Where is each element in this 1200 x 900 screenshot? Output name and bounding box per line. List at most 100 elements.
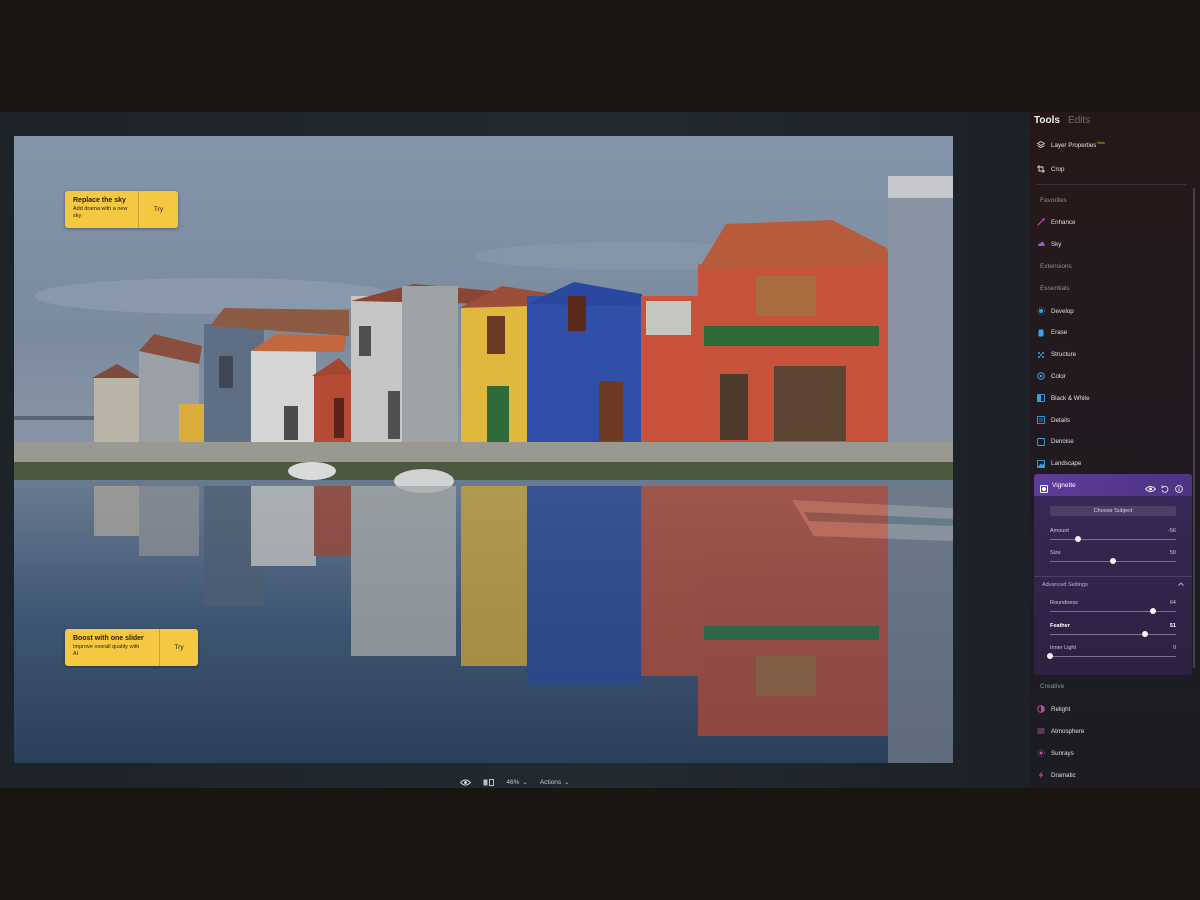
panel-scrollbar[interactable] [1193, 188, 1195, 668]
promo-text: Replace the sky Add drama with a new sky [65, 191, 139, 228]
feather-slider[interactable]: Feather 51 [1050, 623, 1176, 643]
tool-sky[interactable]: Sky [1036, 237, 1186, 251]
tool-layer-properties[interactable]: Layer PropertiesBeta [1036, 138, 1186, 152]
tool-structure[interactable]: Structure [1036, 348, 1186, 362]
tool-atmosphere[interactable]: Atmosphere [1036, 724, 1186, 738]
slider-knob[interactable] [1141, 631, 1148, 637]
eye-icon[interactable] [460, 779, 472, 786]
tool-crop[interactable]: Crop [1036, 162, 1186, 176]
tool-landscape[interactable]: Landscape [1036, 457, 1186, 471]
tool-dramatic[interactable]: Dramatic [1036, 768, 1186, 782]
divider [1036, 184, 1186, 185]
relight-icon [1036, 705, 1045, 714]
vignette-tool-card: Vignette Choose Subject Amount -56 Size … [1034, 474, 1192, 675]
tool-label: Black & White [1051, 394, 1090, 402]
slider-knob[interactable] [1074, 536, 1081, 542]
details-icon [1036, 416, 1045, 425]
promo-title: Boost with one slider [73, 635, 144, 642]
crop-icon [1036, 165, 1045, 174]
reset-icon[interactable] [1161, 480, 1169, 498]
tool-sunrays[interactable]: Sunrays [1036, 746, 1186, 760]
photo-canvas[interactable]: Replace the sky Add drama with a new sky… [14, 136, 953, 763]
slider-value: 50 [1169, 550, 1176, 556]
tool-label: Denoise [1051, 438, 1074, 446]
tool-label: Relight [1051, 705, 1071, 713]
tool-label: Erase [1051, 329, 1068, 337]
creative-header: Creative [1040, 683, 1065, 690]
bottom-toolbar: 46% ⌄ Actions ⌄ [0, 776, 1030, 788]
structure-icon [1036, 350, 1045, 359]
atmosphere-icon [1036, 727, 1045, 736]
inner-light-slider[interactable]: Inner Light 0 [1047, 645, 1176, 665]
amount-slider[interactable]: Amount -56 [1050, 528, 1176, 548]
dramatic-icon [1036, 771, 1045, 780]
tool-label: Landscape [1051, 460, 1082, 468]
canvas-area: Replace the sky Add drama with a new sky… [0, 112, 1030, 788]
tool-relight[interactable]: Relight [1036, 702, 1186, 716]
slider-value: 64 [1169, 600, 1176, 606]
slider-knob[interactable] [1110, 558, 1116, 564]
compare-icon[interactable] [483, 778, 495, 786]
advanced-settings-label: Advanced Settings [1042, 582, 1088, 588]
slider-track[interactable] [1050, 539, 1176, 540]
beta-badge: Beta [1097, 140, 1105, 145]
roundness-slider[interactable]: Roundness 64 [1050, 600, 1176, 620]
size-slider[interactable]: Size 50 [1050, 550, 1176, 570]
sky-label: Sky [1051, 240, 1062, 248]
sunrays-icon [1036, 749, 1045, 758]
boost-promo: Boost with one slider Improve overall qu… [65, 629, 198, 666]
zoom-value: 46% [506, 778, 520, 786]
actions-label: Actions [539, 778, 562, 786]
tool-label: Develop [1051, 307, 1074, 315]
advanced-settings-toggle[interactable]: Advanced Settings [1042, 580, 1184, 590]
divider [1034, 576, 1192, 577]
panel-tabs: Tools Edits [1034, 112, 1090, 126]
landscape-icon [1036, 459, 1045, 468]
slider-label: Size [1050, 550, 1061, 556]
slider-track[interactable] [1050, 634, 1176, 635]
zoom-dropdown[interactable]: 46% ⌄ [506, 778, 528, 787]
slider-knob[interactable] [1047, 653, 1053, 659]
slider-label: Inner Light [1050, 645, 1076, 651]
tool-label: Color [1051, 372, 1066, 380]
try-boost-button[interactable]: Try [160, 629, 198, 666]
erase-icon [1036, 328, 1045, 337]
canal-houses-photo [14, 136, 953, 763]
tab-tools[interactable]: Tools [1034, 115, 1060, 126]
slider-label: Roundness [1050, 600, 1078, 606]
tab-edits[interactable]: Edits [1068, 115, 1090, 126]
tool-color[interactable]: Color [1036, 369, 1186, 383]
app-window: Replace the sky Add drama with a new sky… [0, 112, 1200, 788]
tool-develop[interactable]: Develop [1036, 304, 1186, 318]
black-white-icon [1036, 394, 1045, 403]
tool-black-white[interactable]: Black & White [1036, 391, 1186, 405]
layer-properties-label: Layer Properties [1051, 142, 1097, 150]
vignette-icon [1040, 480, 1048, 498]
slider-track[interactable] [1050, 656, 1176, 657]
favorites-header: Favorites [1040, 197, 1067, 204]
vignette-header[interactable]: Vignette [1034, 474, 1192, 496]
choose-subject-button[interactable]: Choose Subject [1050, 506, 1176, 516]
chevron-up-icon [1178, 582, 1184, 588]
promo-title: Replace the sky [73, 197, 126, 204]
enhance-label: Enhance [1051, 218, 1076, 226]
visibility-eye-icon[interactable] [1144, 480, 1157, 498]
tools-panel: Tools Edits Layer PropertiesBeta Crop Fa… [1030, 112, 1200, 788]
chevron-down-icon: ⌄ [564, 779, 570, 786]
sky-icon [1036, 240, 1045, 249]
color-icon [1036, 372, 1045, 381]
develop-icon [1036, 307, 1045, 316]
info-icon[interactable] [1175, 480, 1183, 498]
denoise-icon [1036, 437, 1045, 446]
slider-knob[interactable] [1150, 608, 1157, 614]
tool-enhance[interactable]: Enhance [1036, 215, 1186, 229]
extensions-header[interactable]: Extensions [1040, 263, 1072, 270]
tool-erase[interactable]: Erase [1036, 326, 1186, 340]
try-sky-button[interactable]: Try [139, 191, 178, 228]
chevron-down-icon: ⌄ [522, 779, 528, 786]
tool-label: Details [1051, 416, 1070, 424]
tool-details[interactable]: Details [1036, 413, 1186, 427]
tool-denoise[interactable]: Denoise [1036, 435, 1186, 449]
slider-track[interactable] [1050, 611, 1176, 612]
actions-dropdown[interactable]: Actions ⌄ [539, 778, 570, 787]
